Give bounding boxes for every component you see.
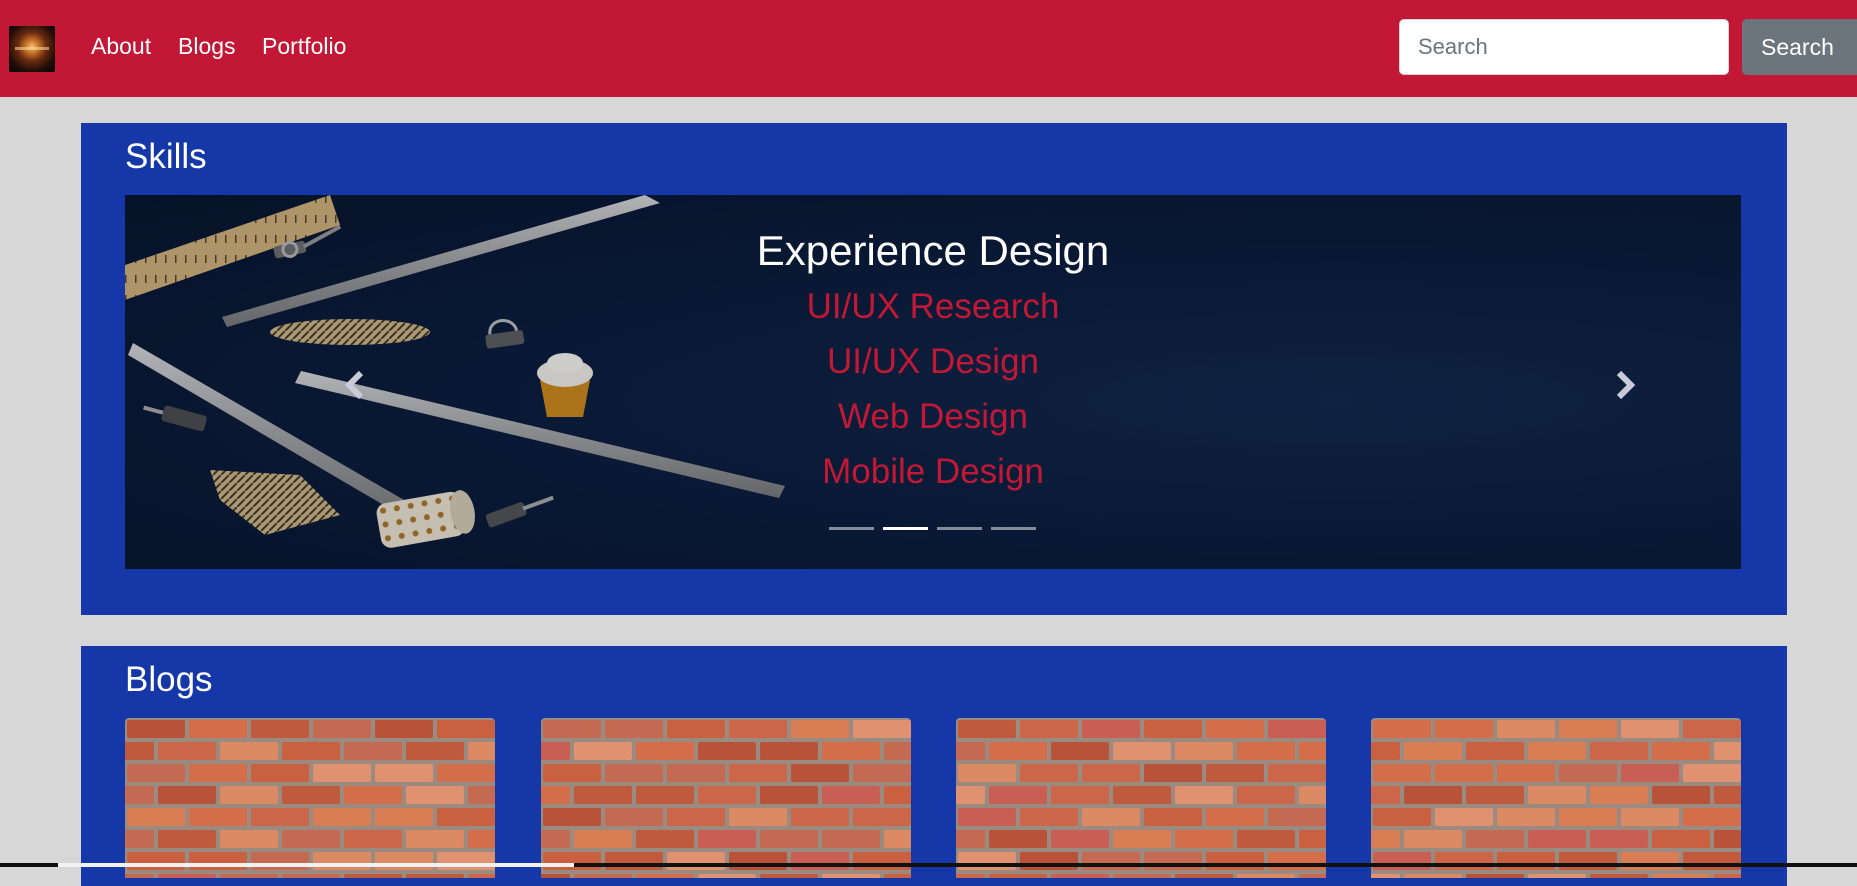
blog-card[interactable] xyxy=(125,718,495,878)
nav-link-blogs[interactable]: Blogs xyxy=(178,33,236,60)
blogs-heading: Blogs xyxy=(125,660,213,699)
carousel-indicator[interactable] xyxy=(883,527,928,530)
blog-card[interactable] xyxy=(956,718,1326,878)
brick-wall-photo xyxy=(1371,718,1741,878)
brick-wall-photo xyxy=(956,718,1326,878)
nav-link-about[interactable]: About xyxy=(91,33,151,60)
horizontal-scrollbar[interactable] xyxy=(0,863,1857,867)
carousel-indicator[interactable] xyxy=(991,527,1036,530)
skills-section: Skills Experience Design UI/UX Research … xyxy=(81,123,1787,615)
brick-wall-photo xyxy=(125,718,495,878)
search-input[interactable] xyxy=(1399,19,1729,75)
blogs-section: Blogs xyxy=(81,646,1787,886)
skills-heading: Skills xyxy=(125,137,207,176)
slide-item: Mobile Design xyxy=(822,452,1044,491)
blog-card[interactable] xyxy=(541,718,911,878)
scrollbar-thumb[interactable] xyxy=(58,863,574,867)
carousel-next-button[interactable] xyxy=(1595,355,1655,415)
skills-carousel[interactable]: Experience Design UI/UX Research UI/UX D… xyxy=(125,195,1741,569)
chevron-right-icon xyxy=(1616,370,1636,400)
search-button[interactable]: Search xyxy=(1742,19,1857,75)
brick-wall-photo xyxy=(541,718,911,878)
slide-item: UI/UX Research xyxy=(806,287,1060,326)
nav-link-portfolio[interactable]: Portfolio xyxy=(262,33,346,60)
carousel-prev-button[interactable] xyxy=(325,355,385,415)
chevron-left-icon xyxy=(344,370,364,400)
carousel-indicator[interactable] xyxy=(937,527,982,530)
carousel-indicator[interactable] xyxy=(829,527,874,530)
fire-logo-icon[interactable] xyxy=(9,26,55,72)
slide-title: Experience Design xyxy=(756,227,1110,274)
blog-card[interactable] xyxy=(1371,718,1741,878)
top-navbar: About Blogs Portfolio Search xyxy=(0,0,1857,97)
